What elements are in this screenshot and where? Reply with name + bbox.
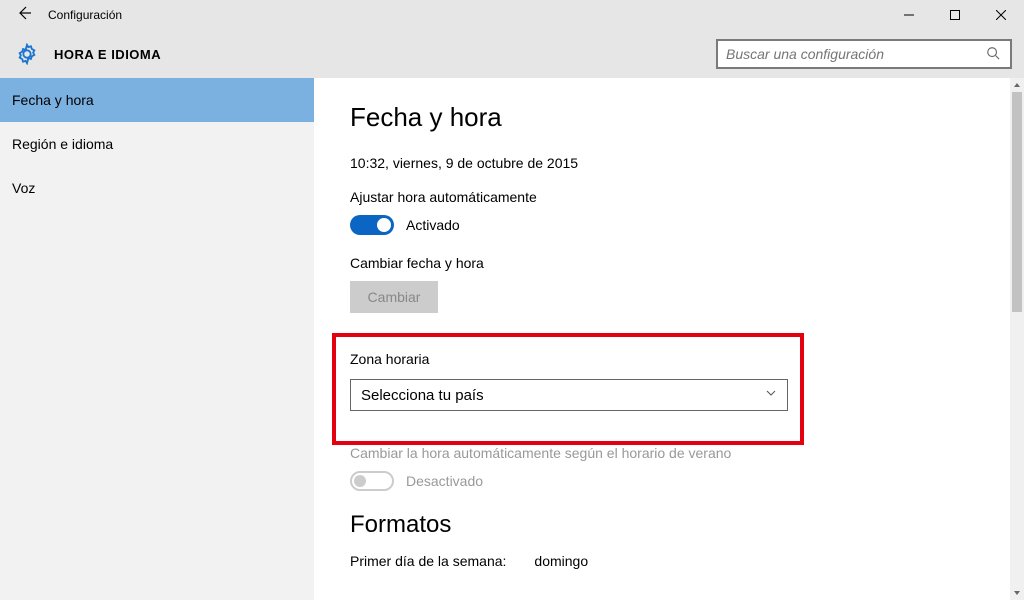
change-button: Cambiar: [350, 281, 438, 313]
page-heading: Fecha y hora: [350, 102, 1010, 133]
first-day-label: Primer día de la semana:: [350, 553, 506, 569]
gear-icon: [14, 41, 40, 67]
scroll-down-arrow[interactable]: [1010, 586, 1024, 600]
content-pane: Fecha y hora 10:32, viernes, 9 de octubr…: [314, 78, 1010, 600]
minimize-button[interactable]: [886, 0, 932, 30]
sidebar-item-label: Voz: [12, 180, 35, 196]
sidebar: Fecha y hora Región e idioma Voz: [0, 78, 314, 600]
window-title: Configuración: [48, 8, 122, 22]
dst-state: Desactivado: [406, 473, 483, 489]
scrollbar[interactable]: [1010, 78, 1024, 600]
sidebar-item-voz[interactable]: Voz: [0, 166, 314, 210]
search-icon: [986, 46, 1002, 62]
search-box[interactable]: [716, 39, 1012, 69]
back-button[interactable]: [0, 5, 48, 26]
sidebar-item-label: Fecha y hora: [12, 92, 94, 108]
auto-time-label: Ajustar hora automáticamente: [350, 189, 1010, 205]
search-input[interactable]: [726, 46, 986, 62]
sidebar-item-region-idioma[interactable]: Región e idioma: [0, 122, 314, 166]
scroll-up-arrow[interactable]: [1010, 78, 1024, 92]
formats-heading: Formatos: [350, 511, 1010, 539]
timezone-dropdown[interactable]: Selecciona tu país: [350, 379, 788, 411]
maximize-button[interactable]: [932, 0, 978, 30]
titlebar: Configuración: [0, 0, 1024, 30]
section-title: HORA E IDIOMA: [54, 47, 161, 62]
chevron-down-icon: [765, 386, 777, 404]
current-datetime: 10:32, viernes, 9 de octubre de 2015: [350, 155, 1010, 171]
header: HORA E IDIOMA: [0, 30, 1024, 78]
sidebar-item-fecha-hora[interactable]: Fecha y hora: [0, 78, 314, 122]
first-day-value: domingo: [534, 553, 588, 569]
auto-time-state: Activado: [406, 217, 460, 233]
dst-label: Cambiar la hora automáticamente según el…: [350, 445, 1010, 461]
timezone-highlight: Zona horaria Selecciona tu país: [332, 333, 804, 445]
sidebar-item-label: Región e idioma: [12, 136, 113, 152]
timezone-value: Selecciona tu país: [361, 387, 765, 404]
scrollbar-thumb[interactable]: [1012, 92, 1022, 312]
auto-time-toggle[interactable]: [350, 215, 394, 235]
dst-toggle: [350, 471, 394, 491]
timezone-label: Zona horaria: [350, 351, 786, 367]
close-button[interactable]: [978, 0, 1024, 30]
change-datetime-label: Cambiar fecha y hora: [350, 255, 1010, 271]
